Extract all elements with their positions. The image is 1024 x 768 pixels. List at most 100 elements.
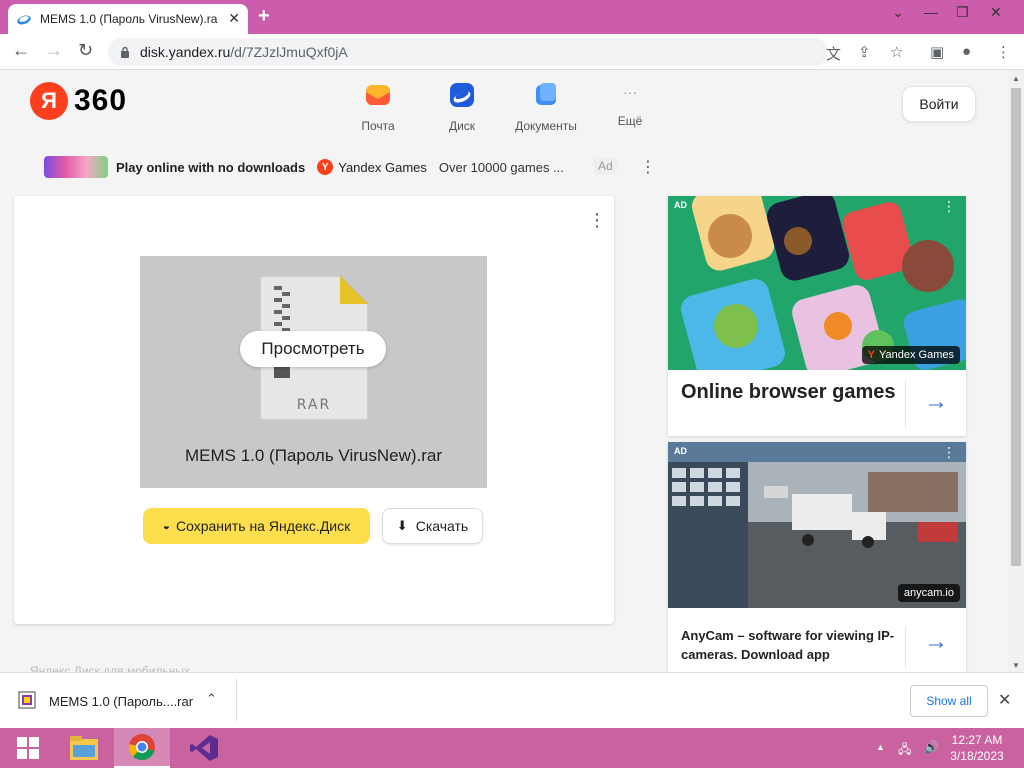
tab-search-chevron-icon[interactable]: ⌄ — [892, 4, 904, 21]
yandex-disk-favicon-icon — [17, 15, 31, 25]
scroll-up-icon[interactable]: ▲ — [1012, 74, 1020, 83]
side-panel-icon[interactable]: ▣ — [930, 43, 944, 61]
minimize-icon[interactable]: — — [924, 4, 938, 20]
download-item-name[interactable]: MEMS 1.0 (Пароль....rar — [49, 694, 193, 709]
show-all-button[interactable]: Show all — [910, 685, 988, 717]
reload-icon[interactable]: ↻ — [78, 40, 93, 61]
browser-toolbar: ← → ↻ disk.yandex.ru/d/7ZJzlJmuQxf0jA 文 … — [0, 34, 1024, 70]
restore-icon[interactable]: ❐ — [956, 4, 969, 21]
page-scrollbar[interactable]: ▲ ▼ — [1008, 70, 1024, 672]
service-documents[interactable]: Документы — [506, 82, 586, 133]
top-ad-image — [44, 156, 108, 178]
side-ad-anycam-image: AD ⋮ anycam.io — [668, 442, 966, 608]
side-ad-1-more-icon[interactable]: ⋮ — [942, 198, 956, 215]
side-ad-2-text: AnyCam – software for viewing IP-cameras… — [681, 628, 895, 662]
games-collage-illustration — [668, 196, 966, 370]
disk-icon — [450, 83, 474, 107]
mail-icon — [366, 85, 390, 105]
top-ad-brand: Yandex Games — [338, 159, 427, 175]
side-ad-2-brand-badge: anycam.io — [897, 584, 960, 602]
side-ad-2-label: AD — [674, 446, 687, 456]
service-mail[interactable]: Почта — [338, 82, 418, 133]
logo-360-text: 360 — [74, 84, 128, 117]
taskbar-chrome[interactable] — [114, 728, 170, 768]
taskbar-clock[interactable]: 12:27 AM 3/18/2023 — [940, 732, 1014, 764]
download-bar: MEMS 1.0 (Пароль....rar ⌃ Show all ✕ — [0, 672, 1024, 728]
taskbar-visual-studio[interactable] — [176, 728, 232, 768]
chrome-icon — [129, 734, 155, 761]
url-text: disk.yandex.ru/d/7ZJzlJmuQxf0jA — [140, 44, 348, 60]
clock-time: 12:27 AM — [951, 733, 1003, 747]
back-arrow-icon[interactable]: ← — [12, 40, 30, 61]
download-bar-close-icon[interactable]: ✕ — [998, 690, 1011, 710]
login-button[interactable]: Войти — [902, 86, 976, 122]
side-ad-2-arrow-icon[interactable]: → — [924, 628, 948, 656]
mobile-app-link[interactable]: Яндекс.Диск для мобильных — [30, 664, 190, 672]
service-more[interactable]: ··· Ещё — [590, 82, 670, 128]
view-button[interactable]: Просмотреть — [240, 331, 386, 367]
browser-tab[interactable]: MEMS 1.0 (Пароль VirusNew).rar ✕ — [8, 4, 248, 34]
side-ad-1-text: Online browser games — [681, 381, 896, 403]
download-separator — [236, 679, 237, 721]
download-button[interactable]: ⬇ Скачать — [382, 508, 483, 544]
address-bar[interactable]: disk.yandex.ru/d/7ZJzlJmuQxf0jA — [108, 38, 828, 66]
disk-small-icon: ◒ — [162, 519, 170, 533]
card-more-icon[interactable]: ⋮ — [588, 210, 606, 231]
tab-close-icon[interactable]: ✕ — [228, 10, 240, 27]
service-disk[interactable]: Диск — [422, 82, 502, 133]
translate-icon[interactable]: 文 — [826, 43, 841, 64]
side-ad-2-brand: anycam.io — [903, 587, 954, 599]
browser-menu-icon[interactable]: ⋮ — [996, 43, 1011, 61]
side-ad-2-divider — [905, 626, 906, 668]
start-button[interactable] — [0, 728, 56, 768]
file-card: ⋮ RAR Просмотреть MEMS 1.0 (Пароль Virus… — [14, 196, 614, 624]
yandex-360-logo[interactable]: Я 360 — [30, 82, 127, 120]
windows-taskbar: ▲ 🖧 🔊 12:27 AM 3/18/2023 — [0, 728, 1024, 768]
more-dots-icon: ··· — [623, 84, 637, 100]
service-more-label: Ещё — [617, 114, 643, 128]
download-label: Скачать — [415, 518, 469, 534]
visual-studio-icon — [190, 735, 218, 761]
clock-date: 3/18/2023 — [950, 749, 1004, 763]
save-to-disk-label: Сохранить на Яндекс.Диск — [175, 518, 351, 534]
volume-icon[interactable]: 🔊 — [924, 740, 939, 754]
download-chevron-icon[interactable]: ⌃ — [206, 691, 217, 707]
side-ad-yandex-games[interactable]: AD ⋮ Y Yandex Games Online browser games … — [668, 196, 966, 436]
page-content: Я 360 Почта Диск Документы ··· Ещё Войти… — [0, 70, 1008, 672]
tray-overflow-icon[interactable]: ▲ — [876, 742, 885, 752]
top-ad-banner[interactable]: Play online with no downloads Y Yandex G… — [44, 156, 656, 178]
top-ad-label: Ad — [594, 158, 617, 174]
forward-arrow-icon[interactable]: → — [45, 40, 63, 61]
save-to-disk-button[interactable]: ◒ Сохранить на Яндекс.Диск — [143, 508, 370, 544]
top-ad-more-icon[interactable]: ⋮ — [640, 157, 656, 177]
new-tab-icon[interactable]: + — [258, 5, 270, 28]
profile-icon[interactable]: ● — [962, 43, 971, 60]
share-icon[interactable]: ⇪ — [858, 43, 871, 61]
lock-icon — [121, 46, 129, 58]
file-preview[interactable]: RAR Просмотреть MEMS 1.0 (Пароль VirusNe… — [140, 256, 487, 488]
documents-icon — [536, 83, 556, 105]
file-name: MEMS 1.0 (Пароль VirusNew).rar — [184, 446, 443, 465]
side-ad-1-arrow-icon[interactable]: → — [924, 388, 948, 416]
scroll-down-icon[interactable]: ▼ — [1012, 661, 1020, 670]
side-ad-1-brand-badge: Y Yandex Games — [861, 346, 960, 364]
yandex-games-badge-icon: Y — [317, 159, 334, 175]
side-ad-1-divider — [905, 380, 906, 428]
top-ad-description: Over 10000 games ... — [438, 159, 564, 175]
side-ad-anycam[interactable]: AD ⋮ anycam.io AnyCam – software for vie… — [668, 442, 966, 672]
window-close-icon[interactable]: ✕ — [990, 4, 1002, 21]
rar-file-icon — [18, 691, 36, 709]
scroll-thumb[interactable] — [1011, 88, 1021, 566]
browser-tabstrip: MEMS 1.0 (Пароль VirusNew).rar ✕ + ⌄ — ❐… — [0, 0, 1024, 34]
tab-title: MEMS 1.0 (Пароль VirusNew).rar — [40, 12, 218, 26]
rar-type-label: RAR — [297, 397, 331, 413]
bookmark-star-icon[interactable]: ☆ — [890, 43, 903, 61]
service-mail-label: Почта — [361, 119, 395, 133]
download-arrow-icon: ⬇ — [396, 518, 408, 533]
side-ad-2-more-icon[interactable]: ⋮ — [942, 444, 956, 461]
taskbar-file-explorer[interactable] — [56, 728, 112, 768]
service-documents-label: Документы — [515, 119, 577, 133]
windows-logo-icon — [17, 737, 39, 759]
network-icon[interactable]: 🖧 — [898, 740, 911, 761]
folder-icon — [70, 736, 98, 760]
